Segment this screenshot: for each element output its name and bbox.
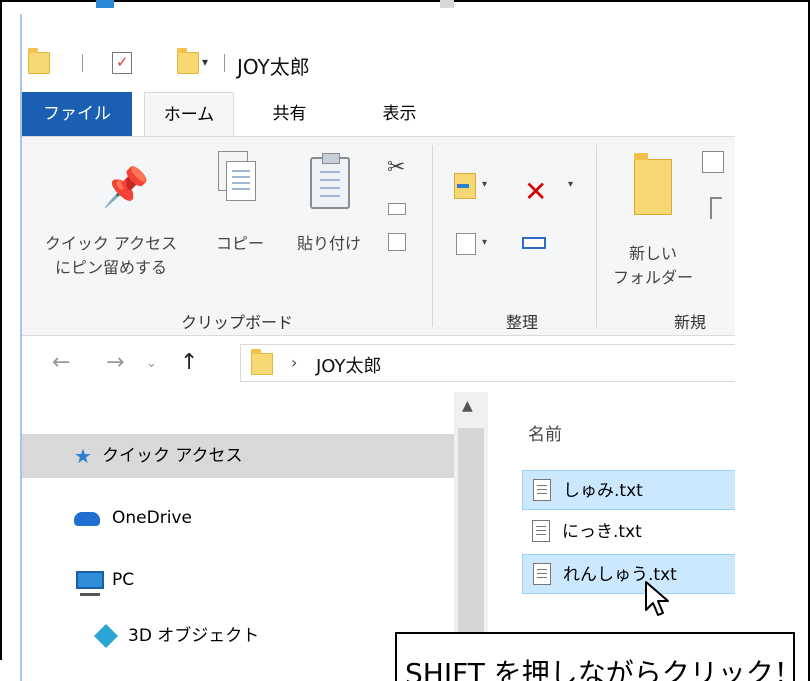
chevron-down-icon[interactable]: ▾ — [482, 179, 487, 190]
rename-icon[interactable] — [522, 237, 546, 249]
partial-icon — [440, 0, 454, 8]
toolbar-separator — [224, 54, 225, 72]
star-icon: ★ — [74, 444, 92, 468]
tab-share[interactable]: 共有 — [252, 92, 327, 136]
title-bar: ▾ JOY太郎 — [22, 14, 735, 92]
navigation-pane: ★ クイック アクセス OneDrive PC 3D オブジェクト — [22, 392, 454, 681]
move-to-icon[interactable] — [454, 173, 476, 199]
customize-toolbar-icon[interactable]: ▾ — [202, 55, 208, 69]
nav-item-label: 3D オブジェクト — [128, 626, 260, 646]
new-folder-icon[interactable] — [177, 48, 200, 74]
cut-icon[interactable]: ✂ — [387, 155, 405, 180]
folder-icon — [251, 349, 273, 375]
instruction-callout: SHIFT を押しながらクリック！ — [395, 632, 802, 681]
easy-access-icon[interactable] — [710, 197, 722, 219]
chevron-down-icon[interactable]: ▾ — [482, 237, 487, 248]
copy-label: コピー — [215, 234, 264, 253]
nav-item-quick-access[interactable]: ★ クイック アクセス — [22, 434, 454, 478]
outer-frame-top — [0, 0, 810, 2]
new-folder-label-line2: フォルダー — [612, 268, 693, 287]
copy-path-icon[interactable] — [388, 203, 406, 215]
file-row[interactable]: しゅみ.txt — [522, 470, 735, 510]
forward-arrow-icon[interactable]: → — [106, 350, 124, 375]
chevron-right-icon[interactable]: › — [291, 353, 297, 372]
nav-item-onedrive[interactable]: OneDrive — [22, 496, 454, 540]
pin-label-line1: クイック アクセス — [44, 234, 178, 253]
pin-icon: 📌 — [102, 165, 150, 209]
cloud-icon — [74, 512, 100, 526]
text-file-icon — [532, 520, 550, 542]
new-group-label: 新規 — [673, 313, 706, 332]
window-title: JOY太郎 — [237, 55, 310, 79]
toolbar-separator — [82, 54, 83, 72]
tab-home[interactable]: ホーム — [144, 92, 234, 136]
tab-view[interactable]: 表示 — [362, 92, 437, 136]
new-item-icon[interactable] — [702, 151, 724, 173]
callout-text: SHIFT を押しながらクリック！ — [405, 657, 802, 681]
group-separator — [432, 145, 433, 327]
pin-label-line2: にピン留めする — [54, 258, 167, 277]
partial-icon — [96, 0, 114, 8]
delete-icon[interactable]: ✕ — [524, 175, 547, 208]
copy-icon — [226, 161, 256, 201]
text-file-icon — [533, 479, 551, 501]
properties-icon[interactable] — [112, 52, 132, 74]
file-row[interactable]: れんしゅう.txt — [522, 554, 735, 594]
file-name: にっき.txt — [562, 522, 642, 542]
back-arrow-icon[interactable]: ← — [52, 350, 70, 375]
ribbon-home: 📌 クイック アクセス にピン留めする コピー 貼り付け ✂ クリップボード ▾ — [22, 136, 735, 336]
explorer-window: ▾ JOY太郎 ファイル ホーム 共有 表示 📌 クイック アクセス にピン留め… — [20, 14, 735, 681]
address-bar[interactable]: › JOY太郎 — [240, 344, 735, 382]
chevron-down-icon[interactable]: ▾ — [568, 179, 573, 190]
nav-item-pc[interactable]: PC — [22, 558, 454, 602]
address-bar-row: ← → ⌄ ↑ › JOY太郎 — [22, 336, 735, 391]
recent-locations-icon[interactable]: ⌄ — [146, 356, 157, 371]
copy-to-icon[interactable] — [456, 233, 476, 255]
scroll-up-icon[interactable]: ▲ — [462, 398, 473, 414]
text-file-icon — [533, 563, 551, 585]
group-separator — [596, 145, 597, 327]
paste-shortcut-icon[interactable] — [388, 233, 406, 251]
file-name: しゅみ.txt — [563, 481, 643, 501]
tab-file[interactable]: ファイル — [22, 92, 132, 136]
new-folder-icon — [634, 153, 672, 215]
column-header-name[interactable]: 名前 — [528, 420, 562, 445]
address-path: JOY太郎 — [316, 356, 382, 377]
nav-item-3d-objects[interactable]: 3D オブジェクト — [22, 614, 454, 658]
clipboard-group-label: クリップボード — [180, 313, 293, 332]
nav-item-label: PC — [112, 570, 135, 590]
new-folder-label-line1: 新しい — [628, 244, 677, 263]
nav-item-label: OneDrive — [112, 508, 192, 528]
up-arrow-icon[interactable]: ↑ — [180, 350, 198, 375]
file-row[interactable]: にっき.txt — [522, 512, 735, 552]
cube-icon — [93, 623, 119, 649]
ribbon-tabs: ファイル ホーム 共有 表示 — [22, 92, 735, 136]
paste-icon — [310, 153, 350, 209]
nav-item-label: クイック アクセス — [102, 446, 243, 466]
organize-group-label: 整理 — [505, 313, 538, 332]
folder-icon — [28, 48, 50, 74]
paste-label: 貼り付け — [296, 234, 361, 253]
mouse-cursor-icon — [645, 581, 669, 616]
computer-icon — [76, 571, 104, 596]
outer-frame-left — [0, 0, 2, 660]
